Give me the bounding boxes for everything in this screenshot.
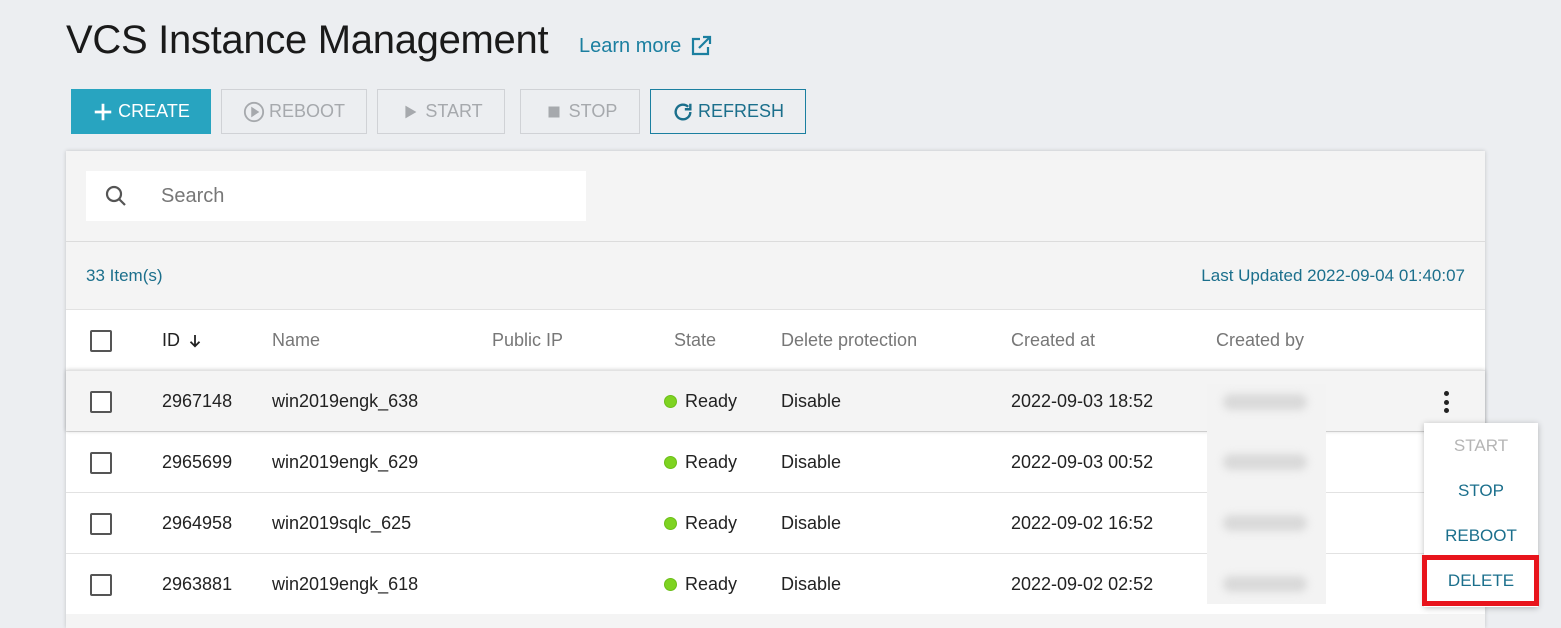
instance-name: win2019engk_638: [272, 391, 419, 411]
search-box: [86, 171, 586, 221]
created-at: 2022-09-02 02:52: [1011, 574, 1154, 594]
last-updated: Last Updated 2022-09-04 01:40:07: [1201, 266, 1465, 285]
more-actions-icon[interactable]: [1436, 389, 1456, 415]
instance-id: 2964958: [162, 513, 233, 533]
status-dot-icon: [664, 395, 677, 408]
row-checkbox[interactable]: [90, 451, 112, 474]
reboot-button: REBOOT: [221, 89, 367, 134]
instance-id: 2963881: [162, 574, 233, 594]
column-header-name[interactable]: Name: [272, 310, 320, 371]
instance-state: Ready: [664, 432, 737, 493]
refresh-icon: [674, 103, 692, 121]
delete-protection: Disable: [781, 391, 842, 411]
row-checkbox[interactable]: [90, 512, 112, 535]
state-label: Ready: [685, 513, 738, 533]
search-icon: [105, 185, 126, 206]
column-header-public-ip[interactable]: Public IP: [492, 310, 563, 371]
instance-id: 2965699: [162, 452, 233, 472]
search-input[interactable]: [161, 171, 571, 221]
plus-icon: [94, 103, 112, 120]
external-link-icon: [692, 35, 712, 56]
menu-item-delete[interactable]: DELETE: [1424, 558, 1538, 603]
instance-id: 2967148: [162, 391, 233, 411]
status-dot-icon: [664, 456, 677, 469]
row-checkbox[interactable]: [90, 390, 112, 413]
stop-icon: [548, 106, 560, 117]
status-dot-icon: [664, 517, 677, 530]
status-dot-icon: [664, 578, 677, 591]
menu-item-stop[interactable]: STOP: [1424, 468, 1538, 513]
delete-protection: Disable: [781, 574, 842, 594]
created-at: 2022-09-03 00:52: [1011, 452, 1154, 472]
state-label: Ready: [685, 574, 738, 594]
play-circle-icon: [243, 101, 265, 122]
refresh-label: REFRESH: [697, 101, 784, 121]
refresh-button[interactable]: REFRESH: [650, 89, 806, 134]
delete-protection: Disable: [781, 452, 842, 472]
learn-more-link[interactable]: Learn more: [579, 34, 713, 58]
create-button[interactable]: CREATE: [71, 89, 211, 134]
row-checkbox[interactable]: [90, 573, 112, 596]
menu-item-start: START: [1453, 435, 1509, 455]
menu-item-reboot[interactable]: REBOOT: [1424, 513, 1538, 558]
table-header: ID Name Public IP State Delete protectio…: [66, 309, 1485, 370]
column-label: ID: [162, 330, 180, 350]
select-all-checkbox[interactable]: [90, 329, 112, 352]
created-at: 2022-09-02 16:52: [1011, 513, 1154, 533]
stop-button: STOP: [520, 89, 640, 134]
column-header-state[interactable]: State: [674, 310, 716, 371]
divider: [66, 241, 1485, 242]
reboot-label: REBOOT: [268, 101, 345, 121]
instance-name: win2019engk_618: [272, 574, 419, 594]
create-label: CREATE: [118, 101, 190, 121]
learn-more-label: Learn more: [579, 34, 682, 57]
page-title: VCS Instance Management: [66, 18, 549, 62]
instance-state: Ready: [664, 493, 737, 554]
instance-name: win2019engk_629: [272, 452, 419, 472]
play-icon: [405, 105, 417, 118]
item-count: 33 Item(s): [86, 266, 163, 285]
instance-state: Ready: [664, 371, 737, 432]
column-header-created-at[interactable]: Created at: [1011, 310, 1095, 371]
row-actions-menu: START STOP REBOOT DELETE: [1424, 423, 1538, 607]
instance-name: win2019sqlc_625: [272, 513, 412, 533]
sort-down-icon: [189, 334, 201, 348]
stop-label: STOP: [568, 101, 618, 121]
column-header-id[interactable]: ID: [162, 310, 204, 371]
start-button: START: [377, 89, 505, 134]
created-at: 2022-09-03 18:52: [1011, 391, 1154, 411]
state-label: Ready: [685, 452, 738, 472]
redacted-created-by: [1207, 384, 1326, 604]
column-header-created-by[interactable]: Created by: [1216, 310, 1304, 371]
instance-state: Ready: [664, 554, 737, 615]
column-header-delete-protection[interactable]: Delete protection: [781, 310, 917, 371]
state-label: Ready: [685, 391, 738, 411]
start-label: START: [425, 101, 483, 121]
delete-protection: Disable: [781, 513, 842, 533]
